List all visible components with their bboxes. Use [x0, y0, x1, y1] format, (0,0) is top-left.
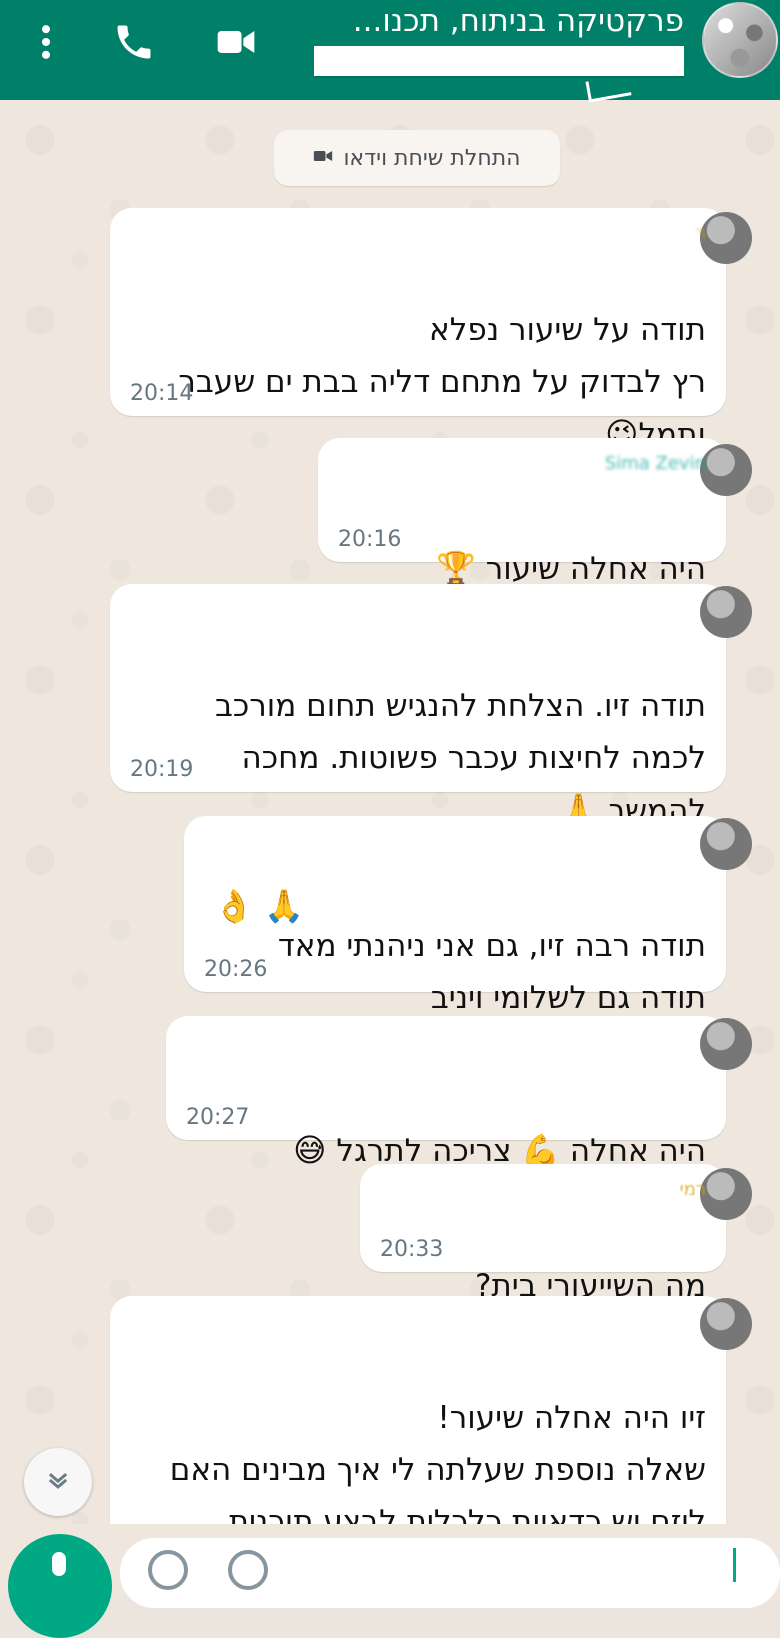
message-time: 20:19: [130, 757, 194, 782]
subtitle-redaction: [314, 46, 684, 76]
message-bubble[interactable]: תודה רבה זיו, גם אני ניהנתי מאד תודה גם …: [184, 816, 752, 1016]
sweat-smile-emoji: 😅: [293, 1131, 327, 1169]
sender-name: Sima Zevin: [604, 453, 706, 474]
phone-call-icon[interactable]: [112, 20, 156, 64]
composer-bar: [0, 1524, 780, 1638]
scroll-down-icon: [44, 1466, 72, 1498]
sender-avatar: [700, 1168, 752, 1220]
message-text: תודה זיו. הצלחת להנגיש תחום מורכב לכמה ל…: [215, 628, 706, 837]
message-text-content: היה אחלה שיעור: [485, 551, 706, 587]
sender-avatar: [700, 444, 752, 496]
message-text: היה אחלה שיעור 🏆: [436, 490, 706, 595]
sender-name: [486, 1030, 706, 1054]
message-bubble[interactable]: זיו היה אחלה שיעור! שאלה נוספת שעלתה לי …: [110, 1296, 752, 1592]
sender-name: [586, 1310, 706, 1334]
message-composer[interactable]: [120, 1538, 780, 1608]
sender-name: [406, 598, 706, 622]
more-options-icon[interactable]: [28, 20, 64, 64]
ok-pray-emoji: 👌 🙏: [214, 887, 304, 925]
sender-avatar: [700, 818, 752, 870]
trophy-emoji: 🏆: [436, 549, 476, 587]
sender-avatar: [700, 1298, 752, 1350]
message-text: היה אחלה 💪 צריכה לתרגל 😅: [293, 1072, 706, 1177]
microphone-icon: [52, 1552, 66, 1576]
sender-avatar: [700, 212, 752, 264]
chat-header: פרקטיקה בניתוח, תכנו...: [0, 0, 780, 103]
system-message: התחלת שיחת וידאו: [274, 130, 560, 186]
message-bubble[interactable]: תודה זיו. הצלחת להנגיש תחום מורכב לכמה ל…: [110, 584, 752, 829]
message-text-content: תודה רבה זיו, גם אני ניהנתי מאד תודה גם …: [277, 928, 706, 1016]
sender-avatar: [700, 1018, 752, 1070]
message-time: 20:16: [338, 527, 402, 552]
chat-title[interactable]: פרקטיקה בניתוח, תכנו...: [304, 0, 684, 42]
mic-button[interactable]: [8, 1534, 112, 1638]
message-bubble[interactable]: רמי מה השייעורי בית? 20:33: [360, 1164, 752, 1304]
video-call-icon[interactable]: [214, 20, 258, 64]
sender-name: ר: [695, 223, 706, 244]
message-time: 20:14: [130, 381, 194, 406]
message-text-content: תודה זיו. הצלחת להנגיש תחום מורכב לכמה ל…: [214, 688, 706, 829]
group-avatar[interactable]: [702, 2, 778, 78]
sender-avatar: [700, 586, 752, 638]
message-bubble[interactable]: ר תודה על שיעור נפלא רץ לבדוק על מתחם דל…: [110, 208, 752, 453]
sender-name: [546, 830, 706, 854]
message-time: 20:26: [204, 957, 268, 982]
message-bubble[interactable]: היה אחלה 💪 צריכה לתרגל 😅 20:27: [166, 1016, 752, 1169]
text-caret: [733, 1548, 736, 1582]
video-camera-icon: [313, 148, 333, 168]
redaction-mark: [585, 74, 632, 103]
camera-icon[interactable]: [148, 1550, 188, 1590]
message-time: 20:27: [186, 1105, 250, 1130]
system-message-text: התחלת שיחת וידאו: [343, 145, 521, 171]
sender-name: רמי: [679, 1179, 706, 1200]
message-bubble[interactable]: Sima Zevin היה אחלה שיעור 🏆 20:16: [318, 438, 752, 587]
attachment-icon[interactable]: [228, 1550, 268, 1590]
scroll-down-button[interactable]: [24, 1448, 92, 1516]
message-time: 20:33: [380, 1237, 444, 1262]
message-text: תודה על שיעור נפלא רץ לבדוק על מתחם דליה…: [178, 252, 706, 461]
